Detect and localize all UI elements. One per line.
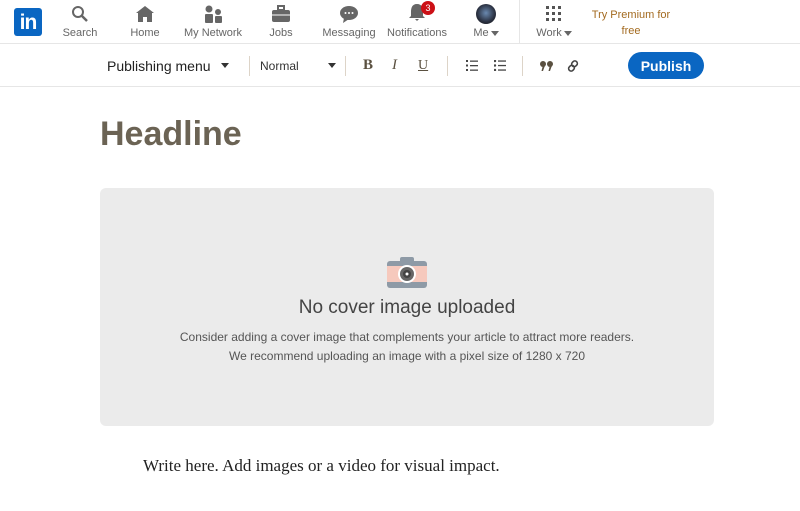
article-body-input[interactable]: Write here. Add images or a video for vi… bbox=[143, 456, 500, 476]
publish-button[interactable]: Publish bbox=[628, 52, 704, 79]
italic-button[interactable]: I bbox=[392, 44, 397, 87]
briefcase-icon bbox=[263, 4, 299, 24]
nav-messaging[interactable]: Messaging bbox=[321, 4, 377, 39]
cover-title: No cover image uploaded bbox=[298, 297, 516, 318]
linkedin-logo[interactable]: in bbox=[14, 8, 42, 36]
nav-notifications[interactable]: 3 Notifications bbox=[386, 1, 448, 39]
quote-icon bbox=[540, 60, 553, 71]
try-premium-link[interactable]: Try Premium for free bbox=[588, 7, 674, 39]
notification-badge: 3 bbox=[421, 1, 435, 15]
cover-size-hint: We recommend uploading an image with a p… bbox=[229, 349, 585, 363]
chevron-down-icon bbox=[328, 63, 336, 68]
chevron-down-icon bbox=[490, 31, 499, 36]
camera-icon bbox=[387, 257, 427, 288]
nav-divider bbox=[519, 0, 520, 44]
link-button[interactable] bbox=[567, 44, 579, 87]
bell-icon: 3 bbox=[386, 1, 448, 24]
search-icon bbox=[62, 4, 98, 24]
nav-me[interactable]: Me bbox=[468, 4, 504, 39]
avatar bbox=[476, 4, 496, 24]
toolbar-divider bbox=[249, 56, 250, 76]
link-icon bbox=[567, 59, 579, 72]
toolbar-divider bbox=[345, 56, 346, 76]
numbered-list-icon bbox=[466, 60, 478, 71]
nav-my-network[interactable]: My Network bbox=[182, 4, 244, 39]
network-icon bbox=[182, 4, 244, 24]
headline-input[interactable]: Headline bbox=[100, 115, 242, 154]
top-nav: in Search Home My Network Jobs Messaging… bbox=[0, 0, 800, 44]
message-icon bbox=[321, 4, 377, 24]
chevron-down-icon bbox=[563, 31, 572, 36]
bulleted-list-icon bbox=[494, 60, 506, 71]
bulleted-list-button[interactable] bbox=[494, 44, 506, 87]
cover-image-upload[interactable]: No cover image uploaded Consider adding … bbox=[100, 188, 714, 426]
grid-icon bbox=[532, 4, 576, 24]
toolbar-divider bbox=[447, 56, 448, 76]
nav-search[interactable]: Search bbox=[62, 4, 98, 39]
chevron-down-icon bbox=[220, 63, 229, 68]
home-icon bbox=[127, 4, 163, 24]
nav-work[interactable]: Work bbox=[532, 4, 576, 39]
bold-button[interactable]: B bbox=[363, 44, 373, 87]
toolbar-divider bbox=[522, 56, 523, 76]
text-style-dropdown[interactable]: Normal bbox=[260, 44, 336, 87]
publishing-menu-dropdown[interactable]: Publishing menu bbox=[107, 44, 229, 87]
nav-home[interactable]: Home bbox=[127, 4, 163, 39]
nav-jobs[interactable]: Jobs bbox=[263, 4, 299, 39]
quote-button[interactable] bbox=[540, 44, 554, 87]
numbered-list-button[interactable] bbox=[466, 44, 478, 87]
cover-hint: Consider adding a cover image that compl… bbox=[179, 330, 635, 344]
underline-button[interactable]: U bbox=[418, 44, 428, 87]
